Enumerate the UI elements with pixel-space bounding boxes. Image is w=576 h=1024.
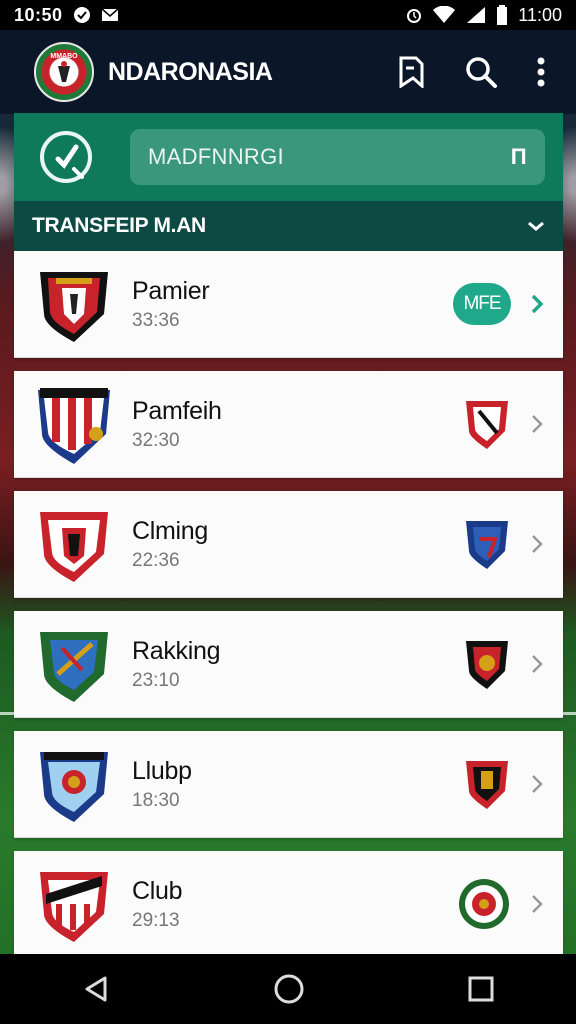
club-crest-icon <box>40 872 108 942</box>
opponent-crest-icon <box>466 401 508 449</box>
list-item[interactable]: Rakking 23:10 <box>14 611 563 718</box>
list-item[interactable]: Llubp 18:30 <box>14 731 563 838</box>
chevron-right-icon[interactable] <box>529 892 545 916</box>
home-icon[interactable] <box>273 973 305 1005</box>
list-item-time: 18:30 <box>132 789 180 811</box>
chevron-right-icon[interactable] <box>529 412 545 436</box>
app-logo[interactable]: MMABO <box>34 42 94 102</box>
chevron-right-icon[interactable] <box>529 532 545 556</box>
list-item-title: Pamfeih <box>132 396 222 425</box>
battery-icon <box>497 5 508 25</box>
bookmark-icon[interactable] <box>398 56 426 88</box>
list-item-time: 33:36 <box>132 309 180 331</box>
section-title: TRANSFEIP M.AN <box>32 214 206 237</box>
opponent-crest-icon <box>466 761 508 809</box>
signal-icon <box>467 7 486 23</box>
list-item-title: Clming <box>132 516 208 545</box>
list-item-title: Llubp <box>132 756 192 785</box>
search-input[interactable]: MADFNNRGI Π <box>130 129 545 185</box>
club-crest-icon <box>40 632 108 702</box>
list-item[interactable]: Club 29:13 <box>14 851 563 958</box>
status-bar: 10:50 11:00 <box>0 0 576 30</box>
section-header[interactable]: TRANSFEIP M.AN <box>14 201 563 251</box>
mail-icon <box>101 8 119 21</box>
opponent-crest-icon <box>466 521 508 569</box>
logo-lettering: MMABO <box>50 53 78 60</box>
app-title: NDARONASIA <box>108 57 273 86</box>
status-time-right: 11:00 <box>518 4 562 25</box>
chevron-right-icon[interactable] <box>529 772 545 796</box>
recents-icon[interactable] <box>467 975 495 1003</box>
search-input-value: MADFNNRGI <box>148 144 284 169</box>
list-item-title: Rakking <box>132 636 221 665</box>
club-crest-icon <box>38 388 110 464</box>
back-icon[interactable] <box>81 974 111 1004</box>
circle-check-icon <box>73 7 90 23</box>
list-item-time: 22:36 <box>132 549 180 571</box>
search-trailing-icon[interactable]: Π <box>511 144 527 170</box>
wifi-icon <box>433 6 456 23</box>
status-badge[interactable]: MFE <box>453 283 511 325</box>
search-icon[interactable] <box>464 55 498 89</box>
chevron-right-icon[interactable] <box>529 652 545 676</box>
opponent-crest-icon <box>466 641 508 689</box>
list-item-time: 23:10 <box>132 669 180 691</box>
search-badge-icon[interactable] <box>40 131 92 183</box>
chevron-right-icon[interactable] <box>529 292 545 316</box>
club-crest-icon <box>40 512 108 582</box>
club-crest-icon <box>40 272 108 342</box>
list-item-title: Club <box>132 876 183 905</box>
logo-emblem: MMABO <box>50 53 78 82</box>
more-vert-icon[interactable] <box>536 56 546 88</box>
list-item[interactable]: Clming 22:36 <box>14 491 563 598</box>
alarm-icon <box>407 9 422 23</box>
chevron-down-icon[interactable] <box>527 220 545 232</box>
opponent-crest-icon <box>459 879 509 929</box>
list-item-time: 29:13 <box>132 909 180 931</box>
list-item-title: Pamier <box>132 276 210 305</box>
system-nav-bar <box>0 954 576 1024</box>
list-item[interactable]: Pamier 33:36 MFE <box>14 251 563 358</box>
list-item-time: 32:30 <box>132 429 180 451</box>
app-bar: MMABO NDARONASIA <box>0 30 576 114</box>
club-crest-icon <box>40 752 108 822</box>
list-item[interactable]: Pamfeih 32:30 <box>14 371 563 478</box>
status-time-left: 10:50 <box>14 4 63 25</box>
search-card: MADFNNRGI Π <box>14 113 563 201</box>
